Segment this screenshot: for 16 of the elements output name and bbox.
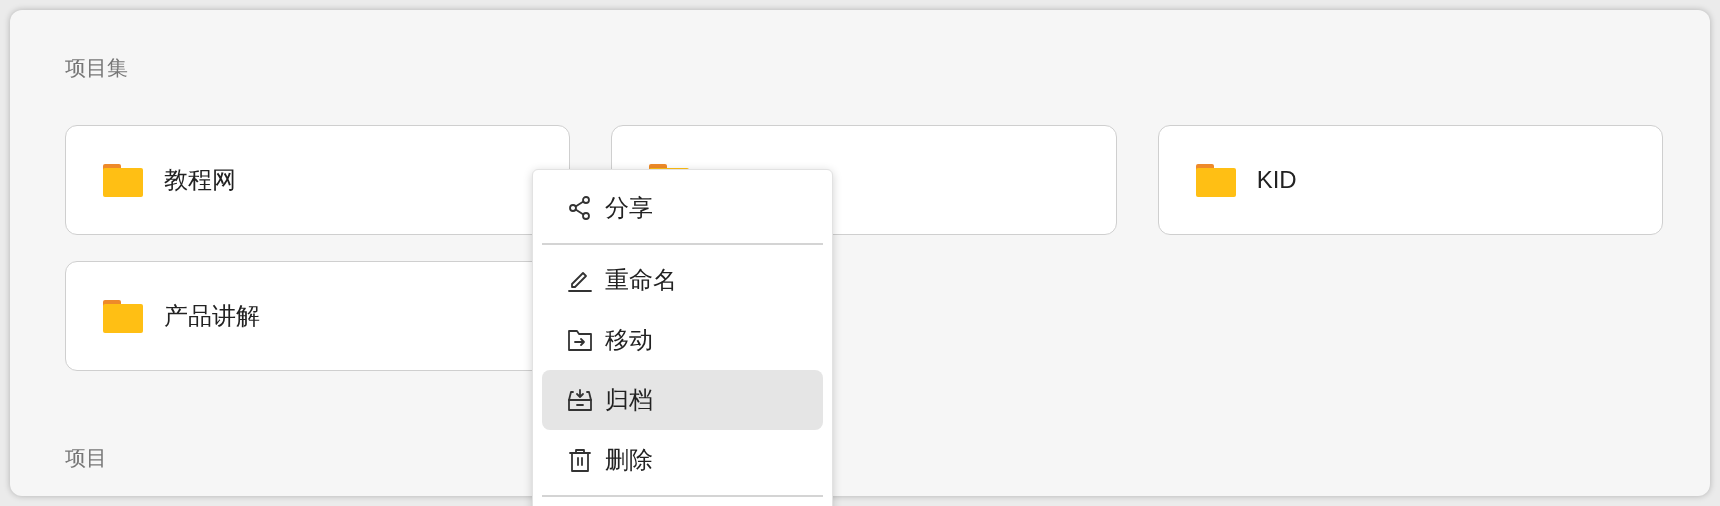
folder-name: 教程网 bbox=[164, 165, 236, 195]
folder-card[interactable]: 教程网 bbox=[65, 125, 571, 235]
section-title: 项目 bbox=[65, 446, 107, 470]
folder-icon bbox=[103, 163, 143, 197]
folder-name: 产品讲解 bbox=[164, 301, 260, 331]
menu-item[interactable]: 删除 bbox=[542, 430, 823, 490]
section-title: 项目集 bbox=[65, 56, 128, 80]
folder-icon bbox=[1195, 163, 1236, 197]
trash-icon bbox=[567, 447, 593, 473]
menu-item[interactable]: 归档 bbox=[542, 370, 823, 430]
archive-icon bbox=[567, 387, 593, 413]
folder-name: KID bbox=[1256, 165, 1297, 195]
share-icon bbox=[567, 195, 593, 221]
folder-icon bbox=[103, 299, 143, 333]
folder-arrow-icon bbox=[567, 327, 593, 353]
folder-card[interactable]: KID bbox=[1157, 125, 1663, 235]
